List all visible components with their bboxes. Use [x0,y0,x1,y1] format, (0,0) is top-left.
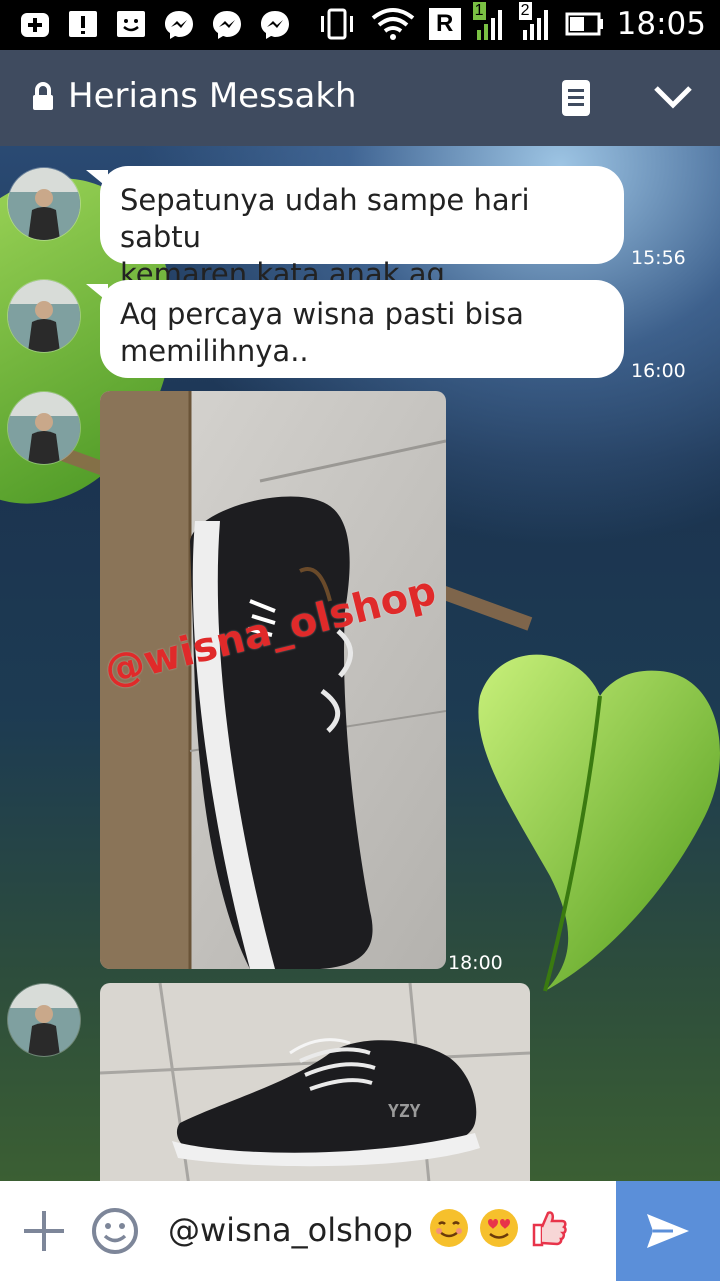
notes-icon [562,80,590,116]
signal-icon: 2 [518,2,553,42]
clock: 18:05 [616,6,706,42]
plus-icon [24,1211,64,1251]
notes-button[interactable] [556,78,596,118]
chat-area[interactable]: Sepatunya udah sampe hari sabtu kemaren … [0,146,720,1181]
background-heart-leaf [478,654,720,992]
message-bubble[interactable]: Aq percaya wisna pasti bisa memilihnya.. [100,280,624,378]
vibrate-icon [320,8,353,40]
chat-title[interactable]: Herians Messakh [68,76,357,116]
message-input-bar: @wisna_olshop [0,1181,720,1281]
messenger-icon [258,8,292,42]
message-input[interactable]: @wisna_olshop [168,1211,413,1249]
heart-eyes-icon [480,1209,518,1247]
lock-icon [33,82,53,110]
message-time: 15:56 [631,247,686,269]
thumbs-up-icon [532,1211,567,1247]
avatar[interactable] [8,984,80,1056]
avatar[interactable] [8,280,80,352]
status-bar: R 1 2 18:05 [0,0,720,50]
avatar[interactable] [8,392,80,464]
message-time: 18:00 [448,952,503,974]
wifi-icon [371,8,414,40]
send-icon [647,1214,689,1248]
message-time: 16:00 [631,360,686,382]
chevron-down-icon [654,86,692,109]
emoji-face-icon [114,8,148,42]
roaming-icon: R [428,8,461,40]
input-emojis [428,1207,568,1249]
add-box-icon [18,8,52,42]
smiley-icon [92,1208,138,1254]
message-bubble[interactable]: Sepatunya udah sampe hari sabtu kemaren … [100,166,624,291]
shoe-logo-text: YZY [388,1101,421,1122]
alert-icon [66,8,100,42]
sticker-button[interactable] [90,1206,140,1256]
messenger-icon [162,8,196,42]
message-image[interactable] [100,983,530,1181]
add-attachment-button[interactable] [22,1209,66,1253]
send-button[interactable] [616,1181,720,1281]
messenger-icon [210,8,244,42]
avatar[interactable] [8,168,80,240]
smiling-face-icon [430,1209,468,1247]
battery-icon [565,12,603,36]
signal-icon: 1 [472,2,507,42]
message-text: Sepatunya udah sampe hari sabtu [120,183,530,254]
message-text: memilihnya.. [120,334,309,368]
message-text: Aq percaya wisna pasti bisa [120,297,524,331]
collapse-button[interactable] [648,78,698,118]
chat-header: Herians Messakh [0,50,720,146]
